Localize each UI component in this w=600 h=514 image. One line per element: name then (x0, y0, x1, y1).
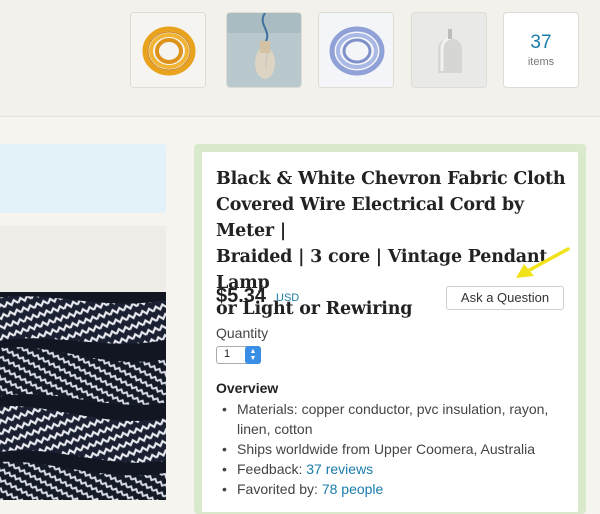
quantity-label: Quantity (216, 325, 269, 341)
overview-heading: Overview (216, 380, 279, 396)
favorited-by-link[interactable]: 78 people (322, 481, 384, 497)
blue-fabric-cord-thumbnail[interactable] (318, 12, 394, 88)
shop-header-bar: 37 items (0, 0, 600, 117)
listing-price: $5.34 (216, 285, 267, 307)
list-item: Ships worldwide from Upper Coomera, Aust… (216, 439, 566, 459)
image-toolbar-area (0, 226, 166, 292)
orange-fabric-cord-thumbnail[interactable] (130, 12, 206, 88)
listing-title-line: Black & White Chevron Fabric Cloth (216, 169, 566, 189)
product-main-image[interactable] (0, 292, 166, 500)
orange-cord-image (131, 13, 205, 87)
overview-feedback-label: Feedback: (237, 461, 307, 477)
shop-items-count[interactable]: 37 items (503, 12, 579, 88)
lamp-socket-image (412, 13, 486, 87)
items-count-number: 37 (530, 32, 552, 53)
announcement-banner (0, 144, 166, 213)
chevron-updown-icon[interactable]: ▲ ▼ (245, 346, 261, 364)
white-lamp-socket-thumbnail[interactable] (411, 12, 487, 88)
chevron-cord-photo (0, 292, 166, 500)
listing-title-line: Covered Wire Electrical Cord by Meter | (216, 195, 524, 241)
pendant-lamp-image (227, 13, 301, 87)
ask-a-question-button[interactable]: Ask a Question (446, 286, 564, 310)
overview-favorited-label: Favorited by: (237, 481, 322, 497)
pendant-lamp-thumbnail[interactable] (226, 12, 302, 88)
quantity-select[interactable]: 1 ▲ ▼ (216, 346, 261, 364)
reviews-link[interactable]: 37 reviews (306, 461, 373, 477)
annotation-arrow-icon (516, 247, 570, 278)
list-item: Materials: copper conductor, pvc insulat… (216, 399, 566, 439)
overview-materials: Materials: copper conductor, pvc insulat… (237, 401, 549, 437)
quantity-value: 1 (224, 348, 231, 360)
overview-shipping: Ships worldwide from Upper Coomera, Aust… (237, 441, 536, 457)
list-item: Feedback: 37 reviews (216, 459, 566, 479)
blue-cord-image (319, 13, 393, 87)
price-currency: USD (276, 292, 300, 304)
list-item: Favorited by: 78 people (216, 479, 566, 499)
items-count-label: items (527, 56, 555, 68)
overview-list: Materials: copper conductor, pvc insulat… (216, 399, 566, 499)
